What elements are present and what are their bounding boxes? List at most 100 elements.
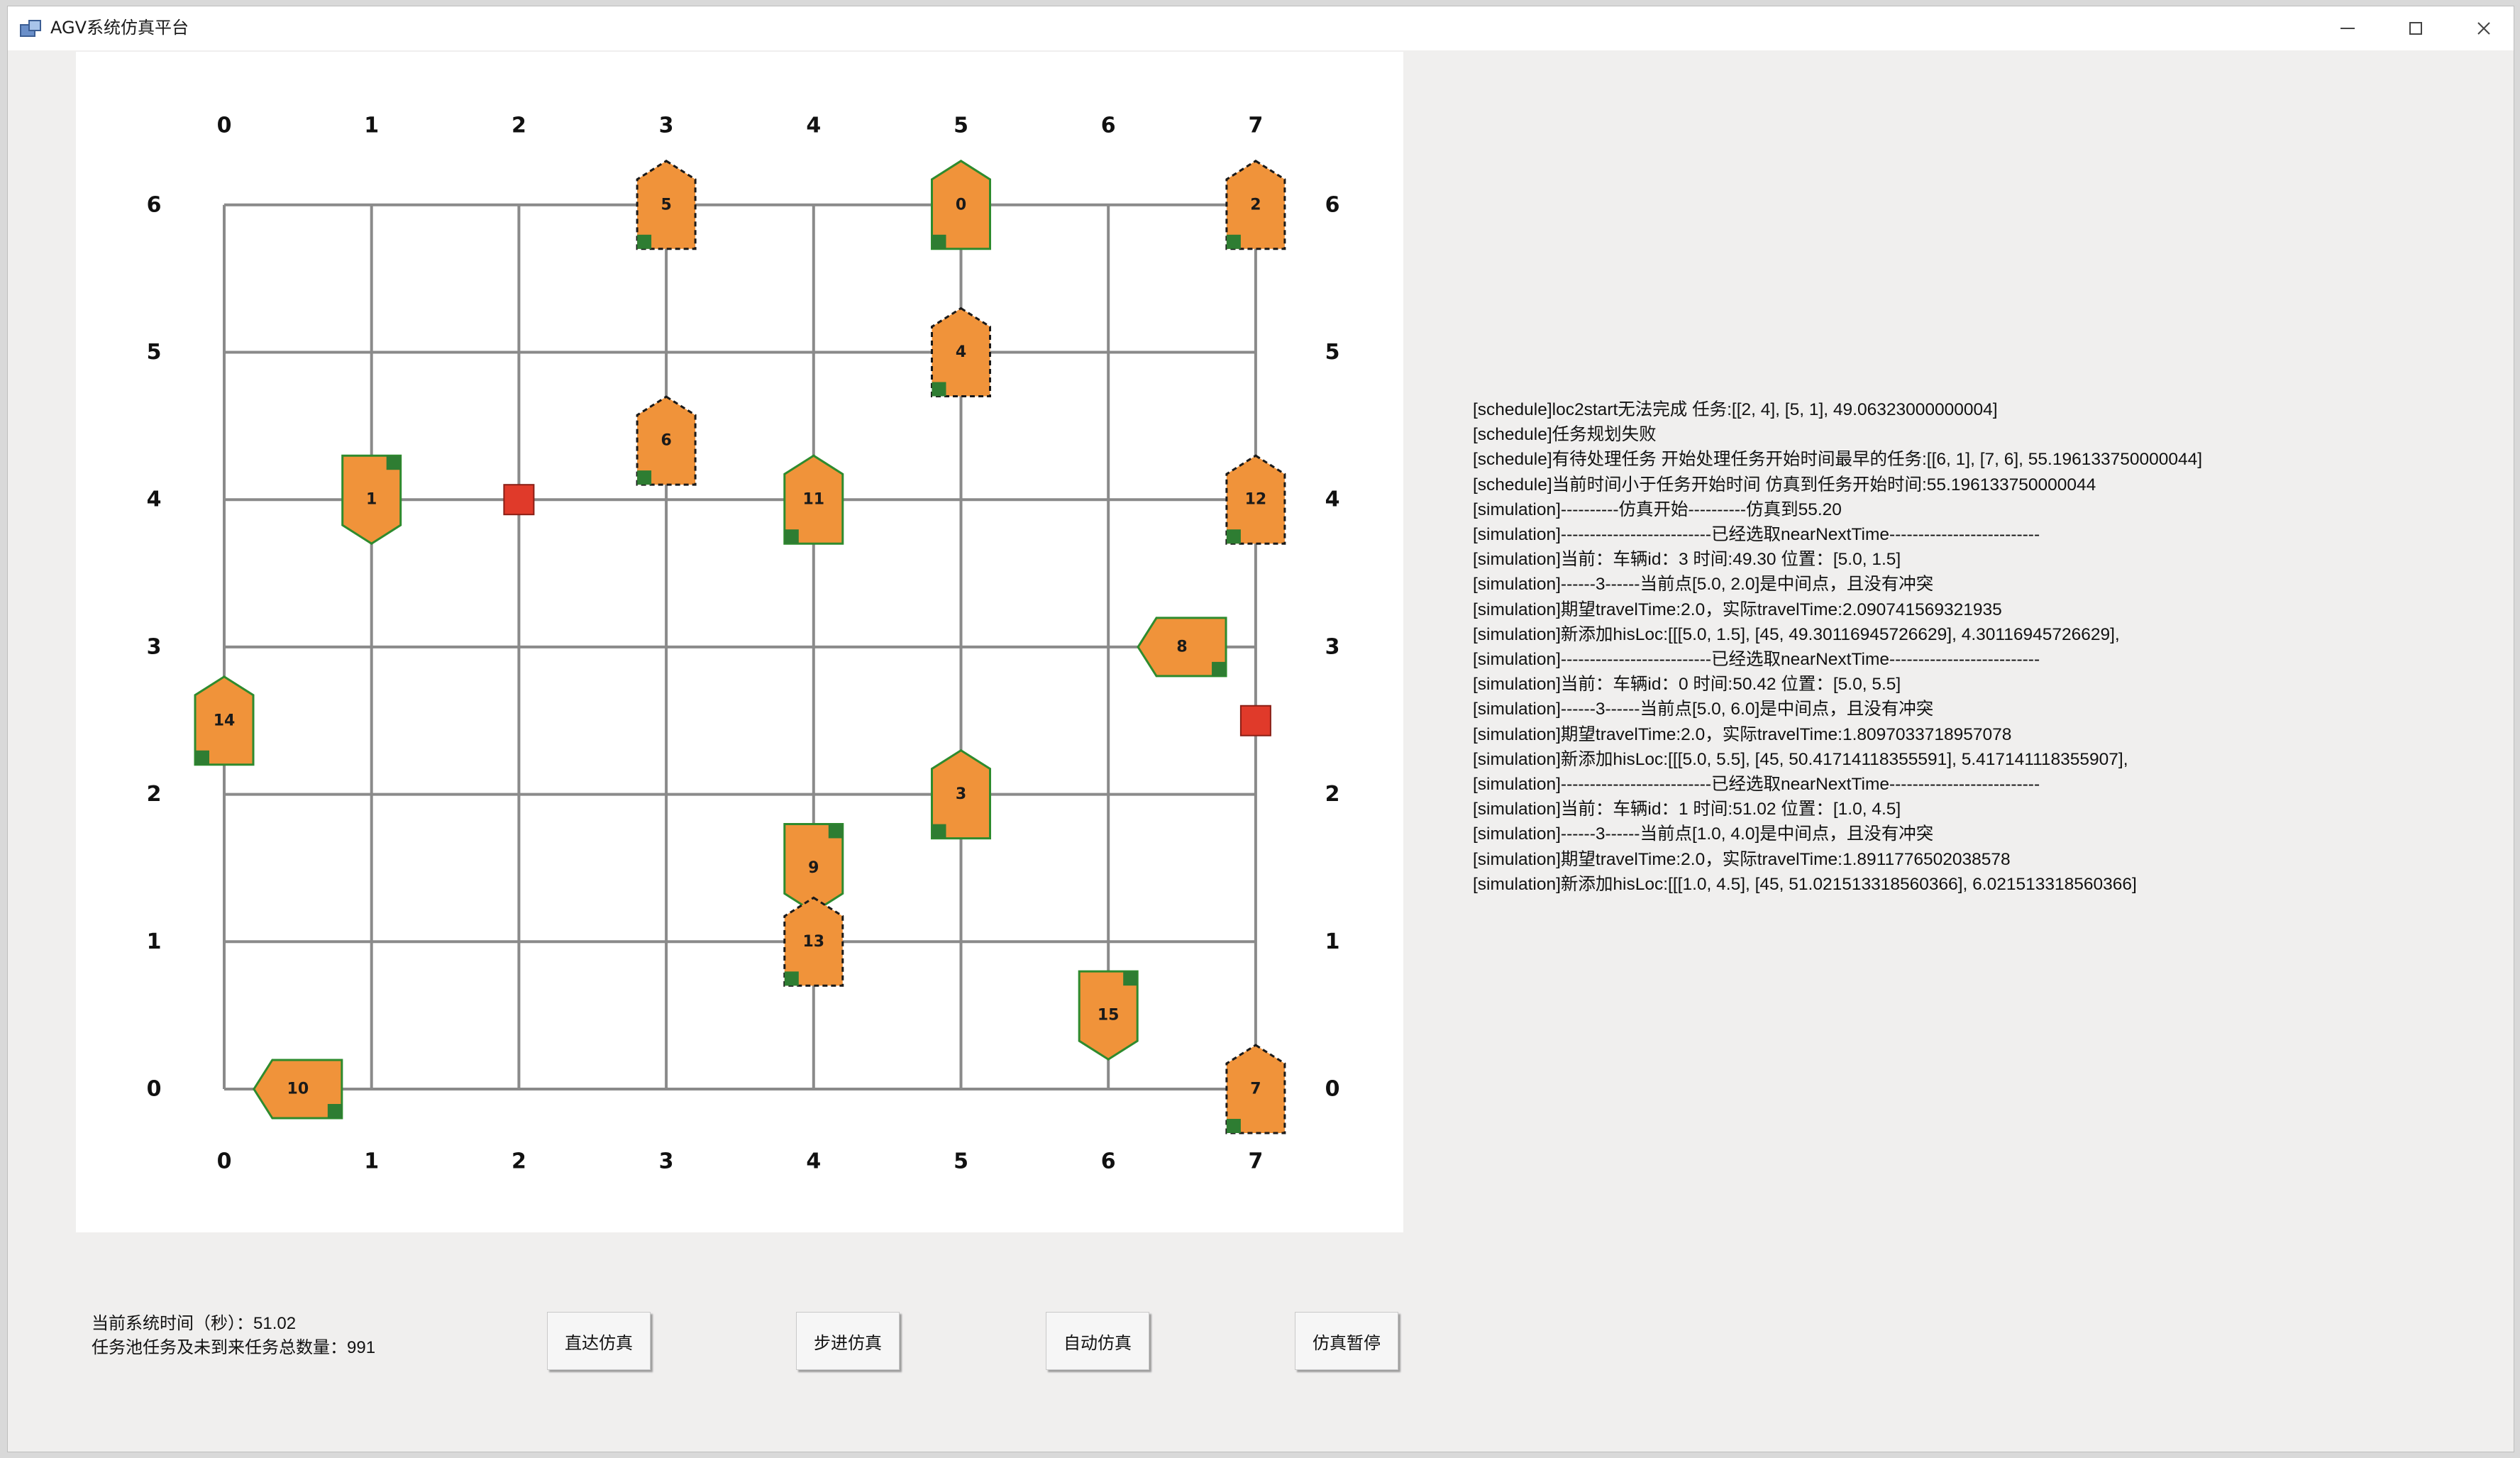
- window-title: AGV系统仿真平台: [50, 18, 189, 38]
- agv-heading-marker: [932, 382, 946, 397]
- axis-label-left: 2: [147, 782, 162, 807]
- agv-id-label: 2: [1250, 196, 1261, 214]
- axis-label-left: 1: [147, 929, 162, 954]
- axis-label-bottom: 2: [512, 1149, 526, 1174]
- axis-label-right: 2: [1325, 782, 1340, 807]
- axis-label-right: 1: [1325, 929, 1340, 954]
- axis-label-bottom: 0: [217, 1149, 232, 1174]
- minimize-icon: [2341, 28, 2355, 29]
- axis-label-top: 1: [364, 114, 379, 138]
- agv-id-label: 15: [1098, 1007, 1120, 1025]
- log-line: [simulation]期望travelTime:2.0，实际travelTim…: [1473, 600, 2002, 619]
- agv-heading-marker: [1226, 234, 1241, 249]
- agv-heading-marker: [1226, 529, 1241, 544]
- axis-label-bottom: 6: [1101, 1149, 1116, 1174]
- step-simulation-button[interactable]: 步进仿真: [796, 1312, 900, 1370]
- agv-heading-marker: [932, 824, 946, 839]
- axis-label-top: 0: [217, 114, 232, 138]
- agv-id-label: 13: [802, 933, 824, 951]
- agv-heading-marker: [828, 824, 843, 839]
- log-line: [simulation]--------------------------已经…: [1473, 525, 2040, 545]
- log-output: [schedule]loc2start无法完成 任务:[[2, 4], [5, …: [1473, 397, 2466, 897]
- agv-id-label: 1: [366, 491, 377, 509]
- log-line: [simulation]期望travelTime:2.0，实际travelTim…: [1473, 849, 2011, 869]
- log-line: [simulation]--------------------------已经…: [1473, 775, 2040, 795]
- log-line: [simulation]当前：车辆id：0 时间:50.42 位置：[5.0, …: [1473, 675, 1901, 695]
- minimize-button[interactable]: [2314, 6, 2382, 50]
- agv-heading-marker: [637, 234, 652, 249]
- maximize-button[interactable]: [2382, 6, 2450, 50]
- axis-label-left: 3: [147, 634, 162, 659]
- agv-heading-marker: [327, 1104, 342, 1118]
- axis-label-right: 3: [1325, 634, 1340, 659]
- agv-id-label: 11: [802, 491, 824, 509]
- agv-heading-marker: [1226, 1119, 1241, 1133]
- axis-label-left: 0: [147, 1077, 162, 1102]
- auto-simulation-button[interactable]: 自动仿真: [1046, 1312, 1149, 1370]
- log-line: [schedule]当前时间小于任务开始时间 仿真到任务开始时间:55.1961…: [1473, 475, 2096, 495]
- close-icon: [2477, 22, 2490, 35]
- agv-id-label: 3: [956, 785, 966, 803]
- log-line: [simulation]------3------当前点[5.0, 6.0]是中…: [1473, 700, 1934, 719]
- axis-label-bottom: 4: [806, 1149, 821, 1174]
- agv-id-label: 0: [956, 196, 966, 214]
- agv-id-label: 9: [808, 859, 819, 877]
- agv-heading-marker: [637, 470, 652, 485]
- axis-label-bottom: 5: [954, 1149, 968, 1174]
- agv-heading-marker: [784, 529, 799, 544]
- task-pool-count-label: 任务池任务及未到来任务总数量：991: [92, 1338, 376, 1357]
- axis-label-bottom: 3: [659, 1149, 674, 1174]
- log-line: [simulation]------3------当前点[5.0, 2.0]是中…: [1473, 575, 1934, 595]
- log-line: [simulation]当前：车辆id：1 时间:51.02 位置：[1.0, …: [1473, 800, 1901, 819]
- obstacle-marker: [503, 484, 535, 516]
- log-line: [simulation]新添加hisLoc:[[[1.0, 4.5], [45,…: [1473, 874, 2137, 894]
- agv-id-label: 7: [1250, 1081, 1261, 1098]
- axis-label-bottom: 7: [1248, 1149, 1263, 1174]
- grid-map: 0 1 2 3 4 5 6 70 1 2 3 4 5 6 7654321065432100123456789…: [147, 114, 1340, 1174]
- axis-label-top: 2: [512, 114, 526, 138]
- agv-id-label: 6: [661, 432, 671, 450]
- agv-id-label: 12: [1245, 491, 1267, 509]
- axis-label-right: 0: [1325, 1077, 1340, 1102]
- agv-heading-marker: [932, 234, 946, 249]
- log-line: [simulation]当前：车辆id：3 时间:49.30 位置：[5.0, …: [1473, 550, 1901, 570]
- axis-label-top: 3: [659, 114, 674, 138]
- maximize-icon: [2409, 22, 2422, 35]
- agv-id-label: 5: [661, 196, 671, 214]
- log-line: [simulation]--------------------------已经…: [1473, 650, 2040, 670]
- agv-heading-marker: [1212, 661, 1227, 676]
- map-canvas[interactable]: 0123456701234567654321065432100123456789…: [76, 52, 1403, 1232]
- log-line: [schedule]loc2start无法完成 任务:[[2, 4], [5, …: [1473, 400, 1998, 419]
- axis-label-top: 7: [1248, 114, 1263, 138]
- axis-label-right: 4: [1325, 487, 1340, 512]
- agv-heading-marker: [1123, 971, 1138, 986]
- log-line: [simulation]新添加hisLoc:[[[5.0, 1.5], [45,…: [1473, 624, 2120, 644]
- axis-label-top: 6: [1101, 114, 1116, 138]
- log-line: [simulation]----------仿真开始----------仿真到5…: [1473, 499, 1842, 519]
- agv-id-label: 4: [956, 343, 966, 361]
- agv-id-label: 8: [1176, 638, 1187, 656]
- app-icon: [20, 20, 41, 37]
- axis-label-right: 5: [1325, 340, 1340, 365]
- agv-heading-marker: [195, 750, 209, 765]
- agv-id-label: 10: [287, 1081, 309, 1098]
- log-line: [schedule]任务规划失败: [1473, 425, 1657, 445]
- pause-simulation-button[interactable]: 仿真暂停: [1295, 1312, 1398, 1370]
- axis-label-left: 6: [147, 192, 162, 217]
- obstacle-marker: [1239, 705, 1271, 736]
- log-line: [simulation]期望travelTime:2.0，实际travelTim…: [1473, 724, 2012, 744]
- axis-label-left: 5: [147, 340, 162, 365]
- agv-heading-marker: [784, 971, 799, 986]
- close-button[interactable]: [2450, 6, 2518, 50]
- system-time-label: 当前系统时间（秒）：51.02: [92, 1314, 297, 1333]
- axis-label-right: 6: [1325, 192, 1340, 217]
- app-window: AGV系统仿真平台 012345670123456765432106543210…: [7, 6, 2514, 1452]
- title-bar: AGV系统仿真平台: [8, 6, 2514, 50]
- log-line: [schedule]有待处理任务 开始处理任务开始时间最早的任务:[[6, 1]…: [1473, 450, 2203, 470]
- axis-label-top: 4: [806, 114, 821, 138]
- axis-label-left: 4: [147, 487, 162, 512]
- agv-heading-marker: [386, 455, 401, 470]
- axis-label-bottom: 1: [364, 1149, 379, 1174]
- direct-simulation-button[interactable]: 直达仿真: [547, 1312, 651, 1370]
- agv-id-label: 14: [214, 712, 236, 729]
